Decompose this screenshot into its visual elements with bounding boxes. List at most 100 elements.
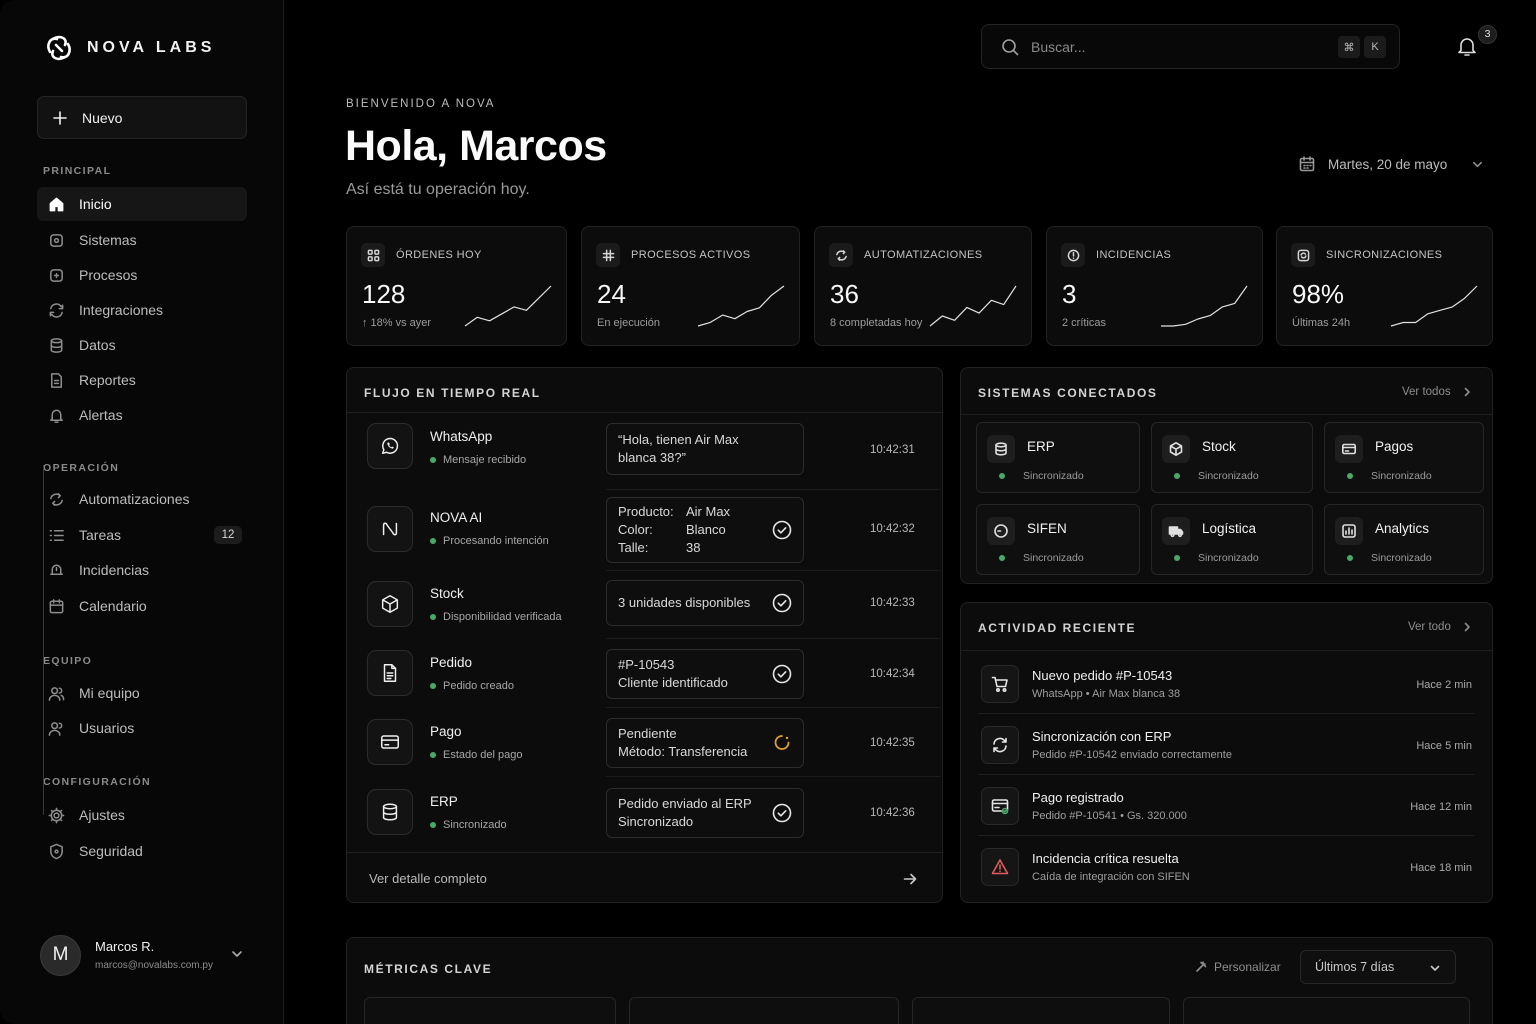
sidebar-item-incidencias[interactable]: Incidencias	[37, 553, 247, 587]
arrow-right-icon[interactable]	[902, 871, 918, 887]
flow-row-whatsapp[interactable]: WhatsApp Mensaje recibido “Hola, tienen …	[367, 423, 923, 483]
tareas-count-badge: 12	[214, 526, 242, 544]
flow-row-erp[interactable]: ERP Sincronizado Pedido enviado al ERP S…	[367, 788, 923, 838]
sidebar-item-alertas[interactable]: Alertas	[37, 398, 247, 432]
check-circle-icon	[772, 520, 792, 540]
sidebar-item-usuarios[interactable]: Usuarios	[37, 711, 247, 745]
system-tile-analytics[interactable]: Analytics Sincronizado	[1324, 504, 1484, 575]
status-dot	[1174, 555, 1180, 561]
system-status-text: Sincronizado	[1198, 470, 1259, 482]
stat-card-sincronizaciones[interactable]: SINCRONIZACIONES 98% Últimas 24h	[1276, 226, 1493, 346]
system-status-text: Sincronizado	[1371, 470, 1432, 482]
user-email: marcos@novalabs.com.py	[95, 960, 213, 971]
database-icon	[367, 789, 413, 835]
sparkline	[697, 285, 785, 327]
status-dot	[999, 555, 1005, 561]
system-status: Sincronizado	[999, 470, 1084, 482]
system-tile-erp[interactable]: ERP Sincronizado	[976, 422, 1140, 493]
view-all-systems-link[interactable]: Ver todos	[1402, 386, 1473, 398]
flow-row-pedido[interactable]: Pedido Pedido creado #P-10543 Cliente id…	[367, 649, 923, 699]
flow-step-status-text: Estado del pago	[443, 749, 523, 761]
activity-item[interactable]: Sincronización con ERP Pedido #P-10542 e…	[978, 714, 1474, 774]
sidebar-item-mi-equipo[interactable]: Mi equipo	[37, 676, 247, 710]
check-circle-icon	[772, 664, 792, 684]
sparkline	[1161, 285, 1248, 327]
stat-value: 3	[1062, 279, 1077, 309]
system-status-text: Sincronizado	[1371, 552, 1432, 564]
search-icon	[1002, 38, 1019, 55]
flow-row-stock[interactable]: Stock Disponibilidad verificada 3 unidad…	[367, 580, 923, 628]
metric-card[interactable]	[912, 997, 1170, 1024]
sidebar-item-datos[interactable]: Datos	[37, 328, 247, 362]
hash-icon	[596, 243, 620, 267]
shield-icon	[50, 843, 63, 859]
activity-item[interactable]: Nuevo pedido #P-10543 WhatsApp • Air Max…	[978, 653, 1474, 713]
flow-detail-box: Pendiente Método: Transferencia	[606, 718, 804, 768]
sidebar-item-seguridad[interactable]: Seguridad	[37, 834, 247, 868]
date-selector[interactable]: Martes, 20 de mayo	[1298, 155, 1484, 173]
flow-detail-line: Pedido enviado al ERP	[618, 796, 752, 811]
sparkline	[464, 285, 552, 327]
flow-panel-title: FLUJO EN TIEMPO REAL	[364, 386, 541, 400]
view-all-label: Ver todo	[1408, 621, 1451, 633]
flow-connector-line	[43, 465, 44, 815]
notifications-badge: 3	[1478, 25, 1497, 44]
metric-card[interactable]	[1183, 997, 1470, 1024]
section-title-principal: PRINCIPAL	[43, 165, 112, 177]
sidebar-item-ajustes[interactable]: Ajustes	[37, 798, 247, 832]
sidebar-item-tareas[interactable]: Tareas 12	[37, 518, 247, 552]
stat-card-incidencias[interactable]: INCIDENCIAS 3 2 críticas	[1046, 226, 1263, 346]
sidebar-item-inicio[interactable]: Inicio	[37, 187, 247, 221]
whatsapp-icon	[367, 423, 413, 469]
pending-spinner-icon	[774, 735, 790, 750]
system-tile-sifen[interactable]: SIFEN Sincronizado	[976, 504, 1140, 575]
view-full-detail-link[interactable]: Ver detalle completo	[369, 871, 487, 886]
document-icon	[367, 650, 413, 696]
flow-step-status: Procesando intención	[430, 535, 549, 547]
user-menu[interactable]: M Marcos R. marcos@novalabs.com.py	[40, 934, 250, 976]
range-select[interactable]: Últimos 7 días	[1300, 950, 1456, 984]
system-tile-pagos[interactable]: Pagos Sincronizado	[1324, 422, 1484, 493]
view-all-activity-link[interactable]: Ver todo	[1408, 621, 1473, 633]
chevron-down-icon	[1473, 161, 1483, 167]
stat-card-automatizaciones[interactable]: AUTOMATIZACIONES 36 8 completadas hoy	[814, 226, 1032, 346]
flow-row-nova-ai[interactable]: NOVA AI Procesando intención Producto: Ai…	[367, 497, 923, 563]
brand-name: NOVA LABS	[87, 39, 216, 56]
sidebar-item-label: Mi equipo	[79, 685, 140, 701]
stat-card-procesos[interactable]: PROCESOS ACTIVOS 24 En ejecución	[581, 226, 800, 346]
sidebar-item-procesos[interactable]: Procesos	[37, 258, 247, 292]
notifications-bell-icon[interactable]	[1455, 34, 1479, 58]
sidebar-item-sistemas[interactable]: Sistemas	[37, 223, 247, 257]
stat-card-ordenes[interactable]: ÓRDENES HOY 128 ↑ 18% vs ayer	[346, 226, 567, 346]
flow-step-status-text: Procesando intención	[443, 535, 549, 547]
activity-time: Hace 18 min	[1410, 862, 1472, 874]
sidebar-item-automatizaciones[interactable]: Automatizaciones	[37, 482, 247, 516]
sidebar-item-reportes[interactable]: Reportes	[37, 363, 247, 397]
search-bar[interactable]: ⌘ K	[981, 24, 1400, 69]
divider	[961, 650, 1492, 651]
new-button[interactable]: Nuevo	[37, 96, 247, 139]
system-tile-logistica[interactable]: Logística Sincronizado	[1151, 504, 1313, 575]
metric-card[interactable]	[364, 997, 616, 1024]
sparkline	[1390, 285, 1478, 327]
flow-row-pago[interactable]: Pago Estado del pago Pendiente Método: T…	[367, 718, 923, 768]
sidebar-item-calendario[interactable]: Calendario	[37, 589, 247, 623]
avatar: M	[40, 934, 81, 976]
system-status: Sincronizado	[1347, 470, 1432, 482]
system-name: SIFEN	[1027, 521, 1067, 536]
flow-detail-line: “Hola, tienen Air Max	[618, 432, 739, 447]
search-input[interactable]	[1031, 38, 1311, 55]
system-status-text: Sincronizado	[1198, 552, 1259, 564]
team-icon	[48, 686, 65, 701]
view-all-label: Ver todos	[1402, 386, 1451, 398]
activity-item[interactable]: Incidencia crítica resuelta Caída de int…	[978, 836, 1474, 896]
sidebar-item-integraciones[interactable]: Integraciones	[37, 293, 247, 327]
metric-card[interactable]	[629, 997, 899, 1024]
activity-item[interactable]: Pago registrado Pedido #P-10541 • Gs. 32…	[978, 775, 1474, 835]
flow-time: 10:42:33	[870, 597, 915, 609]
sidebar-item-label: Incidencias	[79, 562, 150, 578]
system-tile-stock[interactable]: Stock Sincronizado	[1151, 422, 1313, 493]
customize-button[interactable]: Personalizar	[1195, 960, 1281, 974]
flow-step-name: Pago	[430, 724, 462, 739]
brand[interactable]: NOVA LABS	[43, 32, 215, 64]
